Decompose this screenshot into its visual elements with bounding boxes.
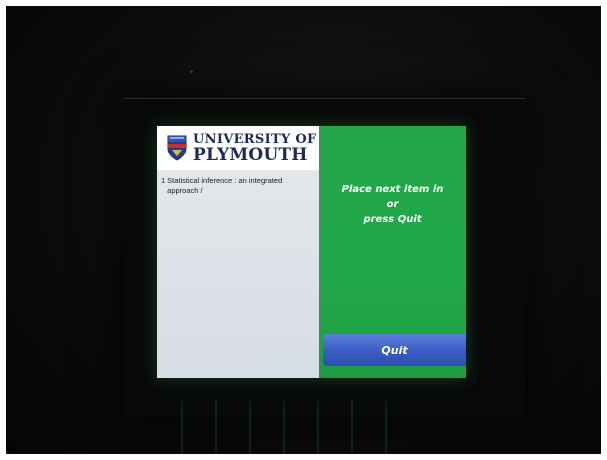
kiosk-screen: UNIVERSITY OF PLYMOUTH 1 Statistical inf… [157,126,466,378]
item-index: 1 [161,176,166,185]
instruction-text: Place next item in or press Quit [319,182,466,227]
item-title-line-2: approach / [167,185,203,195]
logo-line-2: PLYMOUTH [193,144,308,165]
quit-button[interactable]: Quit [323,334,466,366]
dust-speck [190,70,193,73]
scanner-tray-reflection [181,401,391,454]
crest-icon [167,135,187,161]
instruction-panel: Place next item in or press Quit Quit [319,126,466,378]
instruction-line-1: Place next item in [341,184,444,195]
scanned-items-list: 1 Statistical inference : an integrated … [161,176,313,196]
item-title-line-1: Statistical inference : an integrated [167,176,283,185]
logo-line-1: UNIVERSITY OF [193,131,317,147]
instruction-line-2: or [386,199,399,210]
university-logo: UNIVERSITY OF PLYMOUTH [157,126,319,170]
instruction-line-3: press Quit [363,214,422,225]
list-item: 1 Statistical inference : an integrated … [161,176,313,196]
university-name: UNIVERSITY OF PLYMOUTH [193,133,317,164]
item-list-panel: UNIVERSITY OF PLYMOUTH 1 Statistical inf… [157,126,319,378]
